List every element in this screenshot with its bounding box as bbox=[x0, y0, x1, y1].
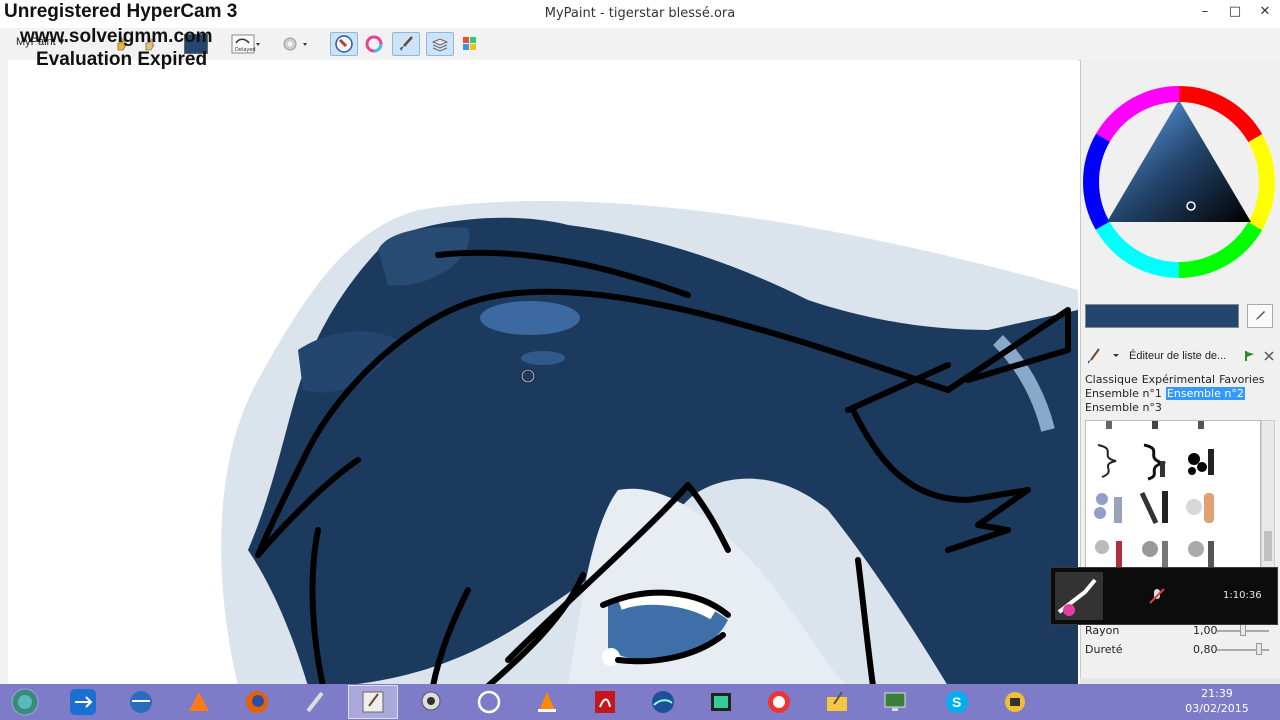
acrobat-icon[interactable] bbox=[580, 685, 630, 719]
brush-editor-header: Éditeur de liste de... bbox=[1085, 346, 1277, 366]
skype-icon[interactable]: S bbox=[932, 685, 982, 719]
current-color-swatch[interactable] bbox=[1085, 304, 1239, 328]
system-clock[interactable]: 21:39 03/02/2015 bbox=[1178, 686, 1256, 716]
brush-icon[interactable] bbox=[392, 32, 420, 56]
group-classique[interactable]: Classique bbox=[1085, 373, 1138, 386]
drawing-canvas[interactable] bbox=[8, 60, 1078, 686]
brush-history-icon[interactable] bbox=[330, 32, 358, 56]
brush-item[interactable] bbox=[1180, 437, 1224, 483]
color-swatch-icon[interactable] bbox=[182, 32, 210, 56]
clock-time: 21:39 bbox=[1201, 687, 1233, 700]
mypaint-menu-button[interactable]: MyPaint ▾ bbox=[16, 35, 64, 48]
brush-item[interactable] bbox=[1134, 529, 1178, 569]
palette-icon[interactable] bbox=[456, 32, 484, 56]
group-ensemble-1[interactable]: Ensemble n°1 bbox=[1085, 387, 1162, 400]
param-value: 1,00 bbox=[1193, 624, 1218, 637]
dock-icon[interactable] bbox=[1243, 349, 1257, 363]
brush-item[interactable] bbox=[1134, 421, 1178, 437]
delayed-stroke-icon[interactable]: Delayed bbox=[228, 32, 264, 56]
recording-time: 1:10:36 bbox=[1223, 590, 1262, 601]
brush-item[interactable] bbox=[1088, 437, 1132, 483]
main-toolbar: MyPaint ▾ Delayed bbox=[0, 28, 1280, 61]
param-value: 0,80 bbox=[1193, 643, 1218, 656]
left-frame bbox=[0, 60, 8, 686]
clock-date: 03/02/2015 bbox=[1185, 702, 1249, 715]
record-icon[interactable] bbox=[754, 685, 804, 719]
window-controls: – □ ✕ bbox=[1190, 0, 1280, 22]
brush-grid bbox=[1085, 420, 1261, 570]
title-bar: MyPaint - tigerstar blessé.ora – □ ✕ bbox=[0, 0, 1280, 28]
color-wheel[interactable] bbox=[1081, 60, 1277, 300]
slider-knob[interactable] bbox=[1256, 643, 1262, 655]
brush-item[interactable] bbox=[1180, 421, 1224, 437]
firefox-icon[interactable] bbox=[232, 685, 282, 719]
vlc-icon[interactable] bbox=[522, 685, 572, 719]
start-orb-icon[interactable] bbox=[0, 685, 50, 719]
brush-group-list: Classique Expérimental Favories Ensemble n… bbox=[1085, 373, 1277, 415]
group-experimental[interactable]: Expérimental bbox=[1142, 373, 1215, 386]
maximize-button[interactable]: □ bbox=[1220, 0, 1250, 22]
recorder-overlay: 1:10:36 bbox=[1050, 567, 1278, 625]
brush-item[interactable] bbox=[1088, 421, 1132, 437]
param-name: Dureté bbox=[1085, 643, 1123, 656]
window-title: MyPaint - tigerstar blessé.ora bbox=[544, 6, 736, 21]
hand-rotate-icon[interactable] bbox=[136, 32, 164, 56]
avast-icon[interactable] bbox=[174, 685, 224, 719]
group-favories[interactable]: Favories bbox=[1219, 373, 1264, 386]
brush-grid-scrollbar[interactable] bbox=[1261, 420, 1275, 570]
mic-muted-icon[interactable] bbox=[1147, 586, 1167, 606]
minimize-button[interactable]: – bbox=[1190, 0, 1220, 22]
brush-item[interactable] bbox=[1088, 529, 1132, 569]
layers-icon[interactable] bbox=[426, 32, 454, 56]
brush-editor-icon[interactable] bbox=[1085, 346, 1125, 366]
close-button[interactable]: ✕ bbox=[1250, 0, 1280, 22]
teamviewer-icon[interactable] bbox=[58, 685, 108, 719]
brush-item[interactable] bbox=[1180, 529, 1224, 569]
param-durete: Dureté 0,80 bbox=[1085, 641, 1275, 659]
recorder-thumbnail bbox=[1055, 572, 1103, 620]
param-name: Rayon bbox=[1085, 624, 1120, 637]
taskbar: S 21:39 03/02/2015 bbox=[0, 684, 1280, 720]
webcam-icon[interactable] bbox=[406, 685, 456, 719]
slider-knob[interactable] bbox=[1240, 624, 1246, 636]
pen-tablet-icon[interactable] bbox=[290, 685, 340, 719]
brush-item[interactable] bbox=[1134, 483, 1178, 529]
close-icon[interactable] bbox=[1263, 350, 1275, 362]
eyedropper-icon[interactable] bbox=[1247, 304, 1273, 328]
hand-icon[interactable] bbox=[108, 32, 136, 56]
film-icon[interactable] bbox=[696, 685, 746, 719]
google-earth-icon[interactable] bbox=[638, 685, 688, 719]
sync-icon[interactable] bbox=[464, 685, 514, 719]
settings-gear-icon[interactable] bbox=[276, 32, 312, 56]
brush-item[interactable] bbox=[1088, 483, 1132, 529]
artwork bbox=[8, 60, 1078, 686]
group-ensemble-2[interactable]: Ensemble n°2 bbox=[1165, 387, 1245, 400]
group-ensemble-3[interactable]: Ensemble n°3 bbox=[1085, 401, 1162, 414]
brush-item[interactable] bbox=[1180, 483, 1224, 529]
svg-text:S: S bbox=[952, 694, 961, 710]
menu-label: MyPaint bbox=[16, 36, 56, 48]
svg-text:Delayed: Delayed bbox=[235, 47, 256, 53]
thunderbird-icon[interactable] bbox=[116, 685, 166, 719]
remote-desktop-icon[interactable] bbox=[870, 685, 920, 719]
audio-icon[interactable] bbox=[990, 685, 1040, 719]
color-ring-icon[interactable] bbox=[360, 32, 388, 56]
paint-folder-icon[interactable] bbox=[812, 685, 862, 719]
mypaint-icon[interactable] bbox=[348, 685, 398, 719]
brush-editor-title: Éditeur de liste de... bbox=[1129, 350, 1227, 362]
scrollbar-thumb[interactable] bbox=[1264, 531, 1272, 561]
brush-item[interactable] bbox=[1134, 437, 1178, 483]
